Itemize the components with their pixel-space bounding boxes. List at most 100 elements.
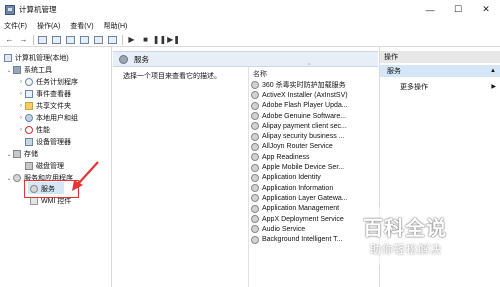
list-item[interactable]: Adobe Flash Player Upda... [251, 101, 378, 111]
computer-icon [4, 54, 12, 62]
tree-item-label: 任务计划程序 [36, 79, 78, 86]
list-item[interactable]: Application Information [251, 183, 378, 193]
list-item[interactable]: Alipay security business ... [251, 131, 378, 141]
menu-help[interactable]: 帮助(H) [104, 21, 128, 31]
users-icon [25, 114, 33, 122]
chevron-down-icon[interactable]: ⌄ [6, 175, 12, 182]
chevron-right-icon[interactable]: › [18, 127, 24, 133]
sort-up-icon: ^ [308, 63, 311, 69]
tree-item-label: 磁盘管理 [36, 163, 64, 170]
service-name: Adobe Genuine Software... [262, 112, 347, 120]
up-folder-button[interactable] [37, 34, 48, 45]
event-viewer-icon [25, 90, 33, 98]
tree-item-disk-management[interactable]: 磁盘管理 [25, 161, 64, 171]
menu-view[interactable]: 查看(V) [70, 21, 93, 31]
pause-service-button[interactable]: ❚❚ [153, 34, 166, 45]
service-name: App Readiness [262, 153, 310, 161]
tree-item-local-users[interactable]: › 本地用户和组 [18, 113, 78, 123]
tree-item-root[interactable]: 计算机管理(本地) [4, 53, 69, 63]
chevron-down-icon[interactable]: ⌄ [6, 151, 12, 158]
service-name: Apple Mobile Device Ser... [262, 164, 345, 172]
actions-title: 操作 [380, 51, 500, 63]
properties-button[interactable] [107, 34, 118, 45]
services-title: 服务 [134, 54, 149, 64]
service-icon [251, 101, 259, 110]
minimize-button[interactable]: — [416, 0, 444, 19]
tree-item-storage[interactable]: ⌄ 存储 [6, 149, 38, 159]
service-name: Adobe Flash Player Upda... [262, 102, 348, 110]
chevron-right-icon[interactable]: › [18, 115, 24, 121]
list-item[interactable]: Adobe Genuine Software... [251, 111, 378, 121]
service-name: Application Layer Gatewa... [262, 194, 348, 202]
list-item[interactable]: ActiveX Installer (AxInstSV) [251, 90, 378, 100]
stop-service-button[interactable]: ■ [140, 34, 151, 45]
list-item[interactable]: Application Identity [251, 173, 378, 183]
chevron-right-icon[interactable]: › [18, 79, 24, 85]
gear-icon [119, 54, 128, 64]
wmi-icon [30, 197, 38, 205]
restart-service-button[interactable]: ▶❚ [167, 34, 180, 45]
show-tree-button[interactable] [51, 34, 62, 45]
more-actions-item[interactable]: 更多操作 [400, 82, 428, 92]
back-button[interactable]: ← [4, 34, 15, 45]
tree-item-label: 本地用户和组 [36, 115, 78, 122]
export-icon [80, 35, 89, 44]
refresh-icon [66, 35, 75, 44]
list-item[interactable]: Application Layer Gatewa... [251, 193, 378, 203]
service-icon [251, 132, 259, 141]
list-item[interactable]: 360 杀毒实时防护加载服务 [251, 80, 378, 90]
tree-item-task-scheduler[interactable]: › 任务计划程序 [18, 77, 78, 87]
tree-item-label: 事件查看器 [36, 91, 71, 98]
menu-file[interactable]: 文件(F) [4, 21, 27, 31]
menu-bar: 文件(F) 操作(A) 查看(V) 帮助(H) [0, 19, 500, 33]
service-icon [251, 122, 259, 131]
service-icon [251, 173, 259, 182]
service-name: Application Management [262, 205, 340, 213]
help-icon [94, 35, 103, 44]
forward-button[interactable]: → [18, 34, 29, 45]
refresh-button[interactable] [65, 34, 76, 45]
column-header-name[interactable]: 名称 [253, 69, 267, 79]
list-item[interactable]: Apple Mobile Device Ser... [251, 162, 378, 172]
help-button[interactable] [93, 34, 104, 45]
tree-item-device-manager[interactable]: 设备管理器 [25, 137, 71, 147]
tree-item-system-tools[interactable]: ⌄ 系统工具 [6, 65, 52, 75]
tree-item-label: 性能 [36, 127, 50, 134]
service-name: 360 杀毒实时防护加载服务 [262, 82, 346, 90]
disk-icon [25, 162, 33, 170]
menu-action[interactable]: 操作(A) [37, 21, 60, 31]
tools-icon [13, 66, 21, 74]
tree-item-label: 计算机管理(本地) [15, 55, 69, 62]
chevron-right-icon[interactable]: › [18, 91, 24, 97]
service-icon [251, 235, 259, 244]
list-item[interactable]: Alipay payment client sec... [251, 121, 378, 131]
service-name: Application Identity [262, 174, 321, 182]
tree-item-event-viewer[interactable]: › 事件查看器 [18, 89, 71, 99]
tree-item-label: 设备管理器 [36, 139, 71, 146]
services-header: 服务 [113, 51, 378, 67]
list-item[interactable]: App Readiness [251, 152, 378, 162]
service-name: Background Intelligent T... [262, 236, 343, 244]
tree-item-shared-folders[interactable]: › 共享文件夹 [18, 101, 71, 111]
service-icon [251, 225, 259, 234]
service-name: AppX Deployment Service [262, 215, 344, 223]
service-icon [251, 204, 259, 213]
chevron-right-icon[interactable]: › [18, 103, 24, 109]
window-title: 计算机管理 [19, 5, 57, 14]
shared-folder-icon [25, 102, 33, 110]
start-service-button[interactable]: ▶ [126, 34, 137, 45]
title-bar: 计算机管理 — ☐ ✕ [0, 0, 500, 19]
list-item[interactable]: AllJoyn Router Service [251, 142, 378, 152]
maximize-button[interactable]: ☐ [444, 0, 472, 19]
watermark-logo-text: 百科全说 [363, 216, 447, 240]
close-button[interactable]: ✕ [472, 0, 500, 19]
tree-icon [52, 35, 61, 44]
chevron-down-icon[interactable]: ⌄ [6, 67, 12, 74]
export-button[interactable] [79, 34, 90, 45]
service-name: Audio Service [262, 225, 306, 233]
pane-divider[interactable] [248, 67, 249, 287]
actions-section-services[interactable]: 服务 [380, 65, 500, 77]
tree-item-performance[interactable]: › 性能 [18, 125, 50, 135]
performance-icon [25, 126, 33, 134]
collapse-arrow-icon[interactable]: ▲ [490, 68, 496, 74]
